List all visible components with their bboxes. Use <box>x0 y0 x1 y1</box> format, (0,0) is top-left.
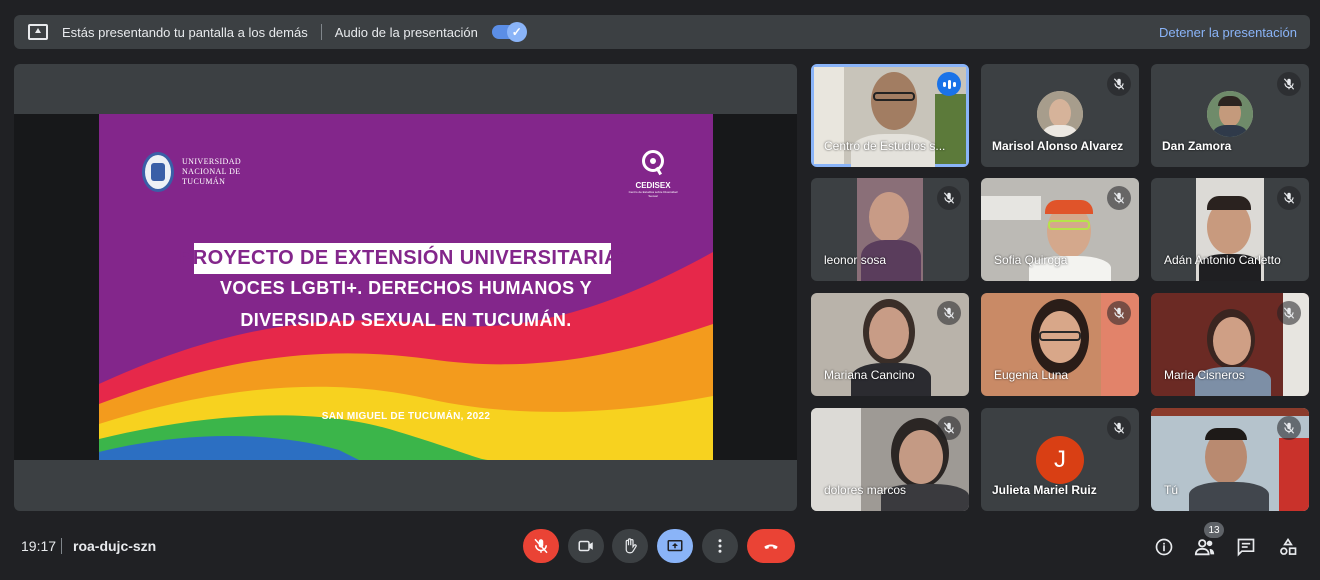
participant-face <box>871 72 917 130</box>
university-name: UNIVERSIDAD NACIONAL DE TUCUMÁN <box>182 157 242 186</box>
hang-up-icon <box>764 544 778 549</box>
magnifier-eye-icon <box>642 150 664 172</box>
participant-face <box>869 192 909 242</box>
participant-tile[interactable]: Maria Cisneros <box>1151 293 1309 396</box>
more-vert-icon <box>718 539 722 553</box>
university-logo: UNIVERSIDAD NACIONAL DE TUCUMÁN <box>142 152 252 192</box>
bottom-divider <box>61 538 62 554</box>
participant-name: Julieta Mariel Ruiz <box>992 483 1097 497</box>
slide-title-line-2: VOCES LGBTI+. DERECHOS HUMANOS Y <box>219 278 593 298</box>
speaking-indicator-icon <box>937 72 961 96</box>
participant-name: leonor sosa <box>824 253 887 267</box>
slide-title-line-1: PROYECTO DE EXTENSIÓN UNIVERSITARIA: <box>178 247 627 269</box>
chat-icon <box>1237 538 1255 557</box>
leave-call-button[interactable] <box>747 529 795 563</box>
people-icon <box>1194 539 1215 556</box>
participant-face <box>869 307 909 359</box>
participant-tile[interactable]: J Julieta Mariel Ruiz <box>981 408 1139 511</box>
activities-button[interactable] <box>1276 535 1300 559</box>
present-screen-icon <box>28 24 48 40</box>
participant-face <box>899 430 943 484</box>
mic-off-icon <box>1277 72 1301 96</box>
participant-name: Sofia Quiroga <box>994 253 1068 267</box>
participant-name: Mariana Cancino <box>824 368 915 382</box>
meeting-details-button[interactable] <box>1152 535 1176 559</box>
mic-off-icon <box>1107 72 1131 96</box>
mic-off-icon <box>937 416 961 440</box>
participant-tile[interactable]: Dan Zamora <box>1151 64 1309 167</box>
mic-off-icon <box>1107 416 1131 440</box>
mic-off-icon <box>937 186 961 210</box>
present-button[interactable] <box>657 529 693 563</box>
participant-count-badge: 13 <box>1204 522 1224 538</box>
participant-name: Centro de Estudios s... <box>824 139 946 153</box>
presentation-audio-toggle[interactable]: ✓ <box>491 22 527 42</box>
participant-tile[interactable]: Marisol Alonso Alvarez <box>981 64 1139 167</box>
participant-tile[interactable]: Adán Antonio Carletto <box>1151 178 1309 281</box>
presenting-text: Estás presentando tu pantalla a los demá… <box>62 24 308 40</box>
mic-off-icon <box>1277 416 1301 440</box>
presentation-slide: UNIVERSIDAD NACIONAL DE TUCUMÁN CEDISEX … <box>99 114 713 460</box>
glasses <box>1039 331 1081 341</box>
activities-icon <box>1280 537 1297 555</box>
present-screen-icon <box>667 540 683 552</box>
participant-tile[interactable]: dolores marcos <box>811 408 969 511</box>
participant-tile[interactable]: Tú <box>1151 408 1309 511</box>
mic-off-icon <box>1277 186 1301 210</box>
participant-avatar <box>1037 91 1083 137</box>
participant-name: Eugenia Luna <box>994 368 1069 382</box>
banner-divider <box>320 24 322 40</box>
slide-title-line-3: DIVERSIDAD SEXUAL EN TUCUMÁN. <box>240 310 572 330</box>
cedisex-logo: CEDISEX Centro de Estudios sobre Diversi… <box>628 150 678 198</box>
raise-hand-button[interactable] <box>612 529 648 563</box>
glasses <box>1048 220 1090 230</box>
glasses <box>873 92 915 101</box>
participant-tile[interactable]: Mariana Cancino <box>811 293 969 396</box>
slide-place-date: SAN MIGUEL DE TUCUMÁN, 2022 <box>321 411 491 422</box>
info-icon <box>1155 538 1173 556</box>
mic-off-button[interactable] <box>523 529 559 563</box>
slide-title-box: PROYECTO DE EXTENSIÓN UNIVERSITARIA: <box>179 243 626 274</box>
hand-icon <box>625 538 637 554</box>
presenting-banner: Estás presentando tu pantalla a los demá… <box>14 15 1310 49</box>
check-icon: ✓ <box>506 22 527 42</box>
meeting-clock: 19:17 <box>21 538 57 554</box>
participant-face <box>1213 317 1251 365</box>
people-button[interactable] <box>1193 535 1217 559</box>
participant-tile[interactable]: Eugenia Luna <box>981 293 1139 396</box>
participant-avatar <box>1207 91 1253 137</box>
mic-off-icon <box>1107 301 1131 325</box>
university-seal-icon <box>142 152 174 192</box>
participant-tile[interactable]: leonor sosa <box>811 178 969 281</box>
participant-name: Dan Zamora <box>1162 139 1232 153</box>
chat-button[interactable] <box>1234 535 1258 559</box>
participant-avatar: J <box>1036 436 1084 484</box>
more-options-button[interactable] <box>702 529 738 563</box>
mic-off-icon <box>1277 301 1301 325</box>
camera-button[interactable] <box>568 529 604 563</box>
mic-off-icon <box>1107 186 1131 210</box>
cedisex-name: CEDISEX <box>635 181 671 190</box>
meeting-code[interactable]: roa-dujc-szn <box>73 538 156 554</box>
participant-tile[interactable]: Sofia Quiroga <box>981 178 1139 281</box>
mic-off-icon <box>937 301 961 325</box>
cedisex-tagline: Centro de Estudios sobre Diversidad Sexu… <box>628 190 678 198</box>
participant-name: Tú <box>1164 483 1179 497</box>
stop-presenting-button[interactable]: Detener la presentación <box>1159 25 1297 40</box>
participant-tile[interactable]: Centro de Estudios s... <box>811 64 969 167</box>
participant-name: Adán Antonio Carletto <box>1164 253 1281 267</box>
participant-name: Maria Cisneros <box>1164 368 1245 382</box>
mic-off-icon <box>534 538 548 554</box>
participant-name: Marisol Alonso Alvarez <box>992 139 1124 153</box>
presentation-audio-label: Audio de la presentación <box>334 24 478 40</box>
camera-icon <box>578 540 593 552</box>
participant-name: dolores marcos <box>824 483 907 497</box>
